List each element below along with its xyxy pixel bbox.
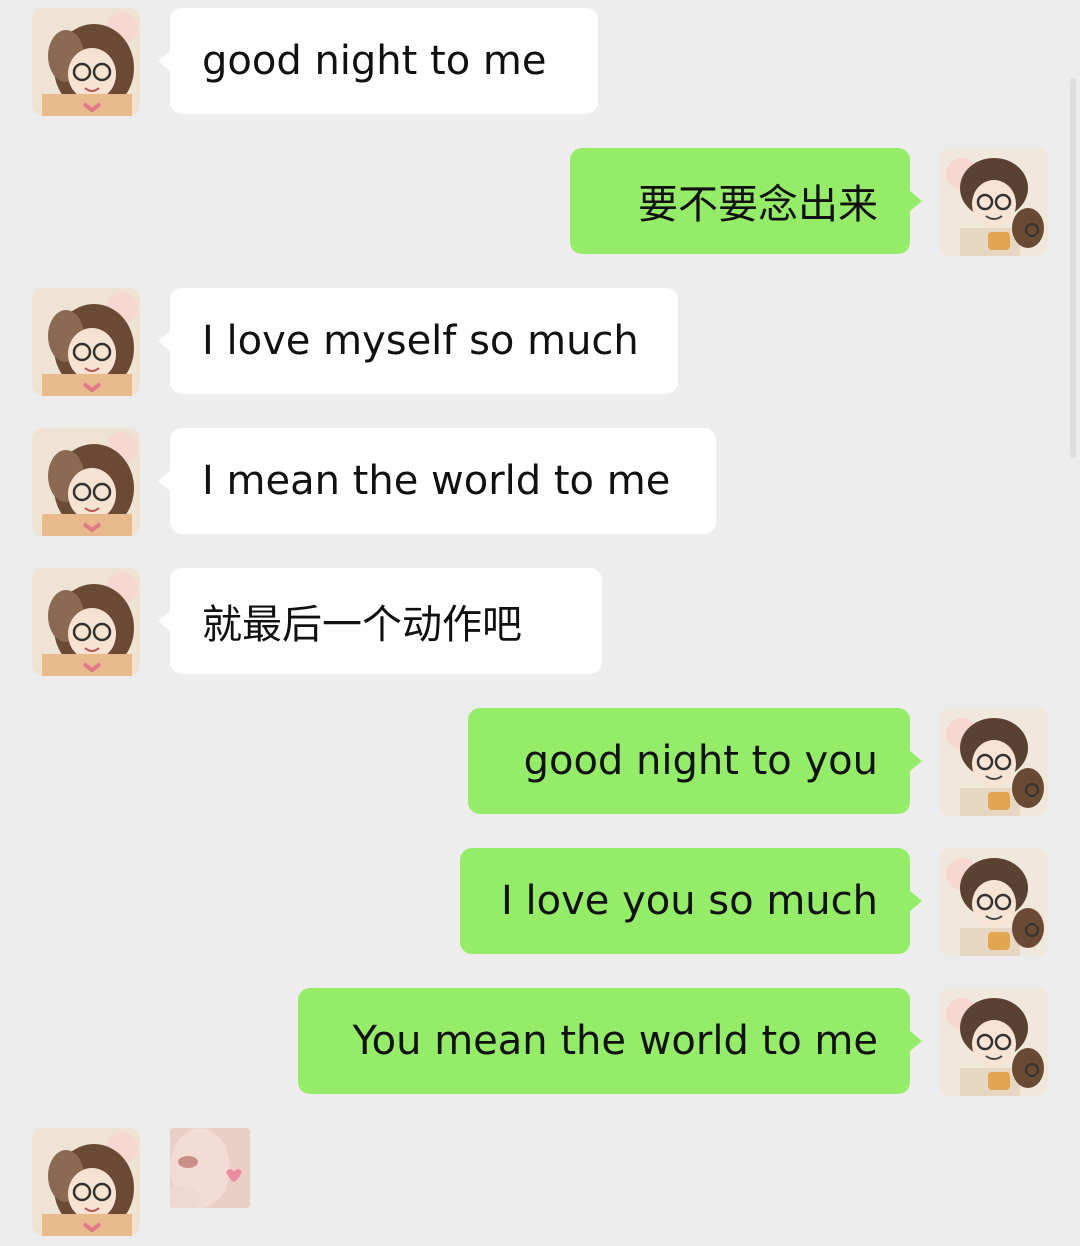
cartoon-boy-avatar-icon[interactable] [940,708,1048,816]
cartoon-girl-avatar-icon[interactable] [32,8,140,116]
message-bubble[interactable]: good night to me [158,8,598,114]
cartoon-girl-avatar-icon[interactable] [32,568,140,676]
message-bubble[interactable]: I love myself so much [158,288,678,394]
cartoon-girl-avatar-icon[interactable] [32,428,140,536]
message-bubble[interactable]: 要不要念出来 [570,148,922,254]
message-bubble[interactable]: I mean the world to me [158,428,716,534]
photo-message-thumbnail[interactable] [170,1128,250,1208]
cartoon-girl-avatar-icon[interactable] [32,1128,140,1236]
message-bubble[interactable]: 就最后一个动作吧 [158,568,602,674]
cartoon-girl-avatar-icon[interactable] [32,288,140,396]
message-bubble[interactable]: You mean the world to me [298,988,922,1094]
message-bubble[interactable]: I love you so much [460,848,922,954]
chat-area[interactable]: good night to me 要不要念出来 I love myself so… [0,0,1080,1246]
scrollbar[interactable] [1070,78,1076,458]
cartoon-boy-avatar-icon[interactable] [940,988,1048,1096]
message-bubble[interactable]: good night to you [468,708,922,814]
cartoon-boy-avatar-icon[interactable] [940,848,1048,956]
cartoon-boy-avatar-icon[interactable] [940,148,1048,256]
